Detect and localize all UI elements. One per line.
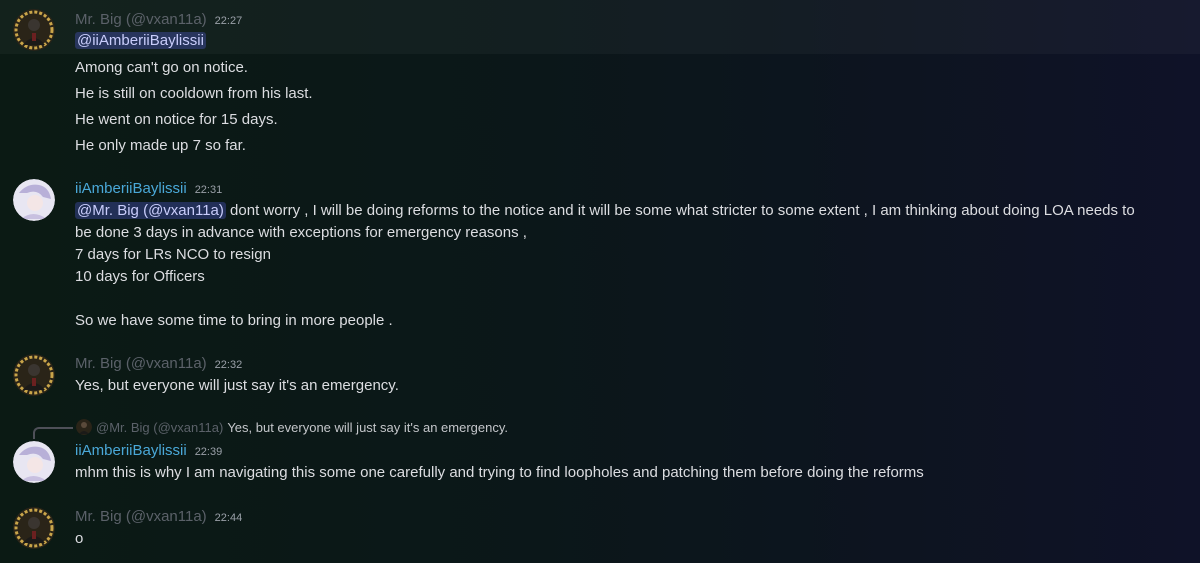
author-name[interactable]: Mr. Big (@vxan11a) <box>75 11 207 28</box>
amber-avatar-icon[interactable] <box>13 179 55 221</box>
message-line: @iiAmberiiBaylissii <box>75 30 206 52</box>
timestamp[interactable]: 22:27 <box>215 15 243 27</box>
message-4-header: iiAmberiiBaylissii 22:39 <box>75 442 222 462</box>
message-line: So we have some time to bring in more pe… <box>75 312 393 329</box>
message-line: 10 days for Officers <box>75 268 205 285</box>
message-2-header: iiAmberiiBaylissii 22:31 <box>75 180 222 200</box>
message-line: be done 3 days in advance with exception… <box>75 224 527 241</box>
author-name[interactable]: Mr. Big (@vxan11a) <box>75 508 207 525</box>
message-line: o <box>75 530 84 547</box>
message-line: 7 days for LRs NCO to resign <box>75 246 271 263</box>
author-name[interactable]: iiAmberiiBaylissii <box>75 180 187 197</box>
timestamp[interactable]: 22:39 <box>195 446 223 458</box>
author-name[interactable]: Mr. Big (@vxan11a) <box>75 355 207 372</box>
message-line: He went on notice for 15 days. <box>75 111 278 128</box>
message-line: He only made up 7 so far. <box>75 137 246 154</box>
timestamp[interactable]: 22:44 <box>215 512 243 524</box>
user-mention[interactable]: @iiAmberiiBaylissii <box>75 32 206 49</box>
message-5-header: Mr. Big (@vxan11a) 22:44 <box>75 508 242 528</box>
message-text: dont worry , I will be doing reforms to … <box>225 202 1135 219</box>
author-name[interactable]: iiAmberiiBaylissii <box>75 442 187 459</box>
message-3-header: Mr. Big (@vxan11a) 22:32 <box>75 355 242 375</box>
message-line: mhm this is why I am navigating this som… <box>75 464 924 481</box>
reply-author[interactable]: @Mr. Big (@vxan11a) <box>96 420 223 435</box>
reply-connector <box>33 427 73 439</box>
mr-big-avatar-icon <box>76 419 92 435</box>
message-1-header: Mr. Big (@vxan11a) 22:27 <box>75 11 242 31</box>
amber-avatar-icon[interactable] <box>13 441 55 483</box>
timestamp[interactable]: 22:32 <box>215 359 243 371</box>
mr-big-avatar-icon[interactable] <box>13 9 55 51</box>
message-line: Among can't go on notice. <box>75 59 248 76</box>
reply-preview[interactable]: @Mr. Big (@vxan11a) Yes, but everyone wi… <box>76 419 508 435</box>
message-line: Yes, but everyone will just say it's an … <box>75 377 399 394</box>
timestamp[interactable]: 22:31 <box>195 184 223 196</box>
message-line: @Mr. Big (@vxan11a) dont worry , I will … <box>75 200 1135 222</box>
user-mention[interactable]: @Mr. Big (@vxan11a) <box>75 202 226 219</box>
mr-big-avatar-icon[interactable] <box>13 507 55 549</box>
reply-text[interactable]: Yes, but everyone will just say it's an … <box>227 420 508 435</box>
message-line: He is still on cooldown from his last. <box>75 85 313 102</box>
mr-big-avatar-icon[interactable] <box>13 354 55 396</box>
